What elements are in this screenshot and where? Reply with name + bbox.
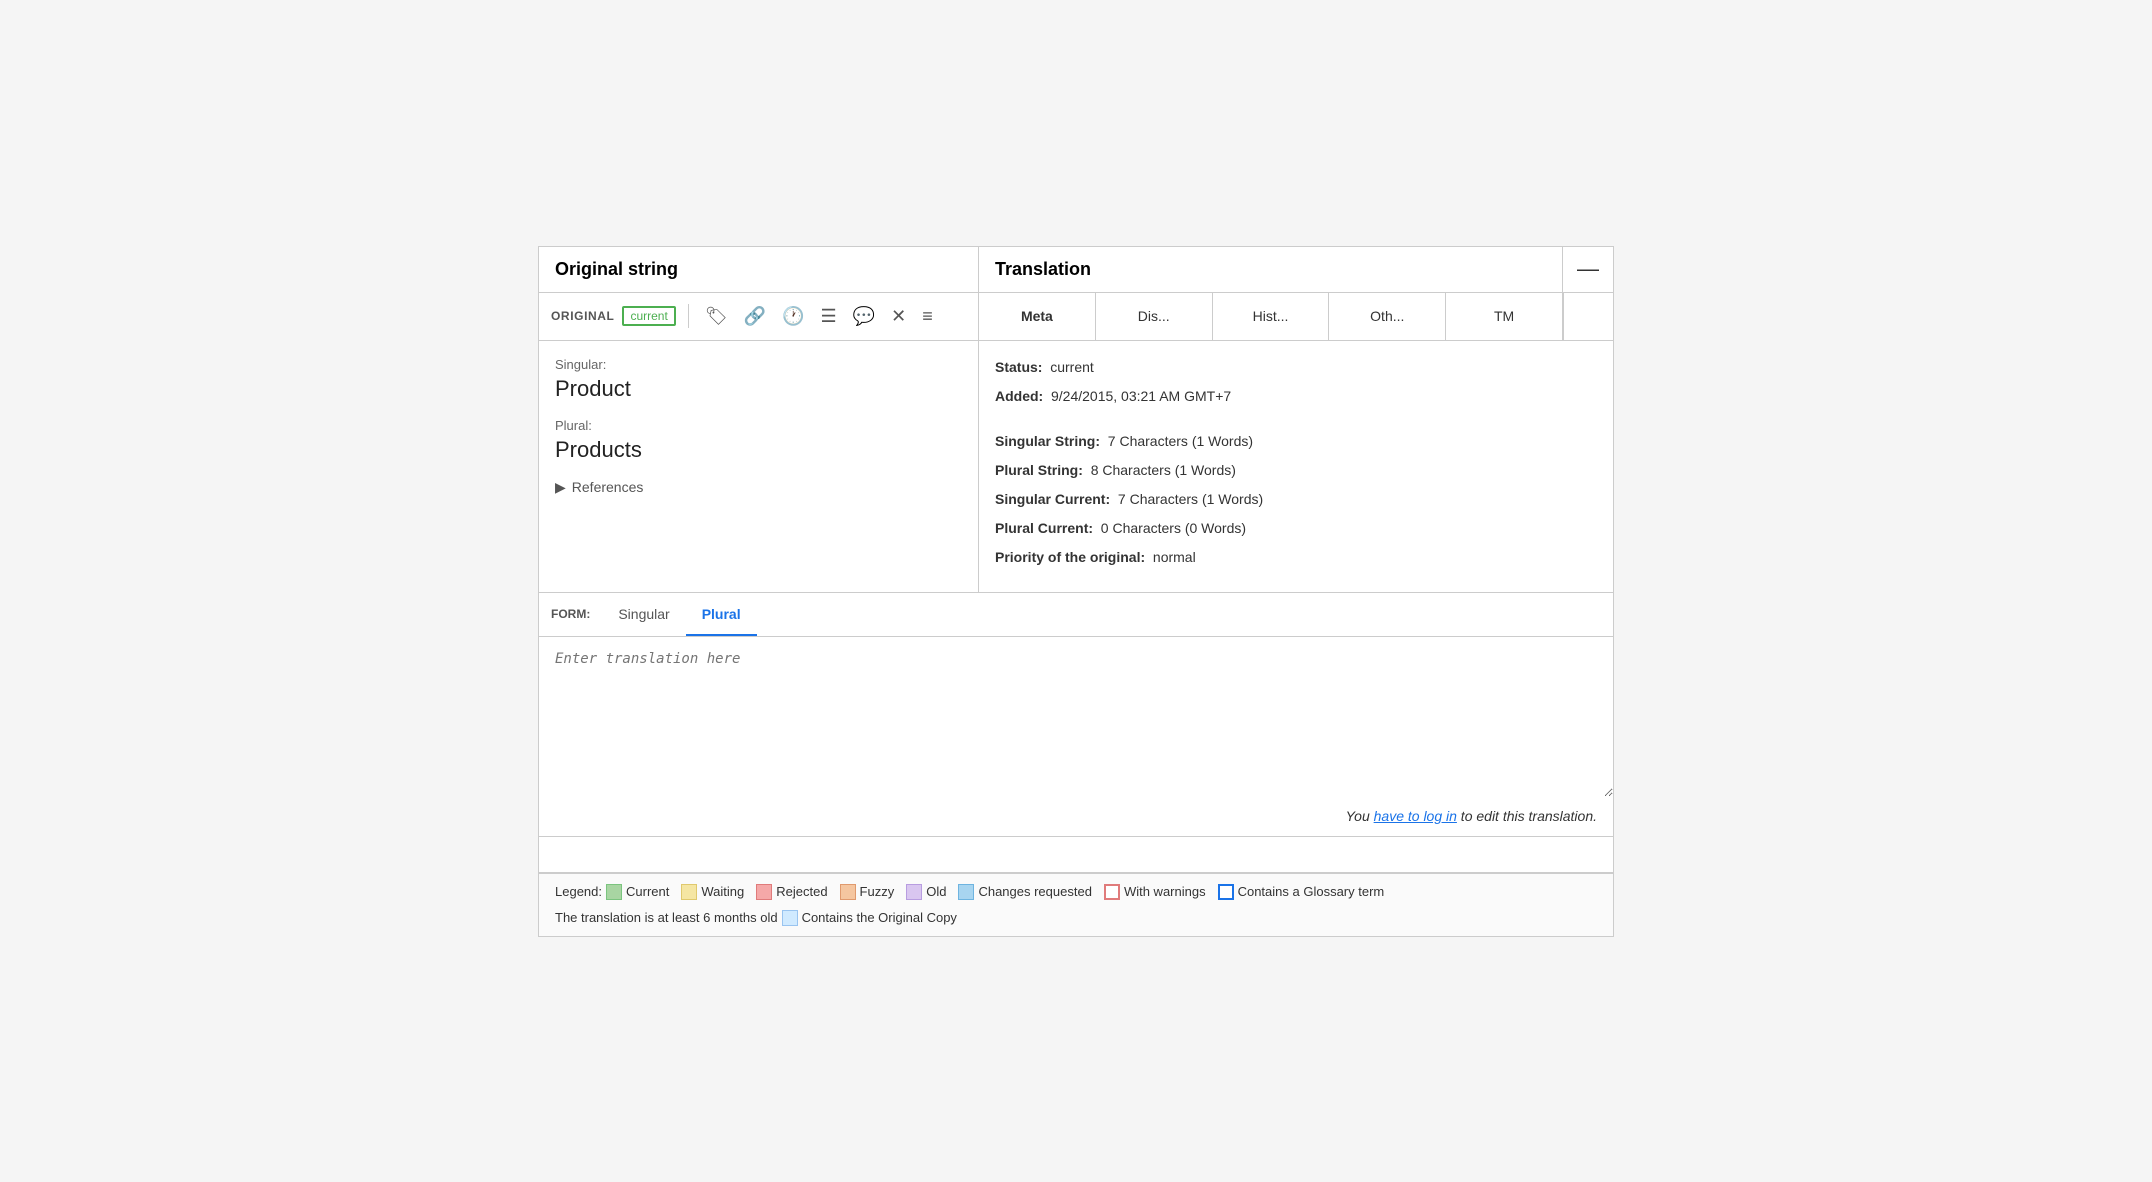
legend-box-changes <box>958 884 974 900</box>
translation-area-wrapper: You have to log in to edit this translat… <box>539 637 1613 836</box>
status-line: Status: current <box>995 357 1597 378</box>
legend-item-changes: Changes requested <box>958 884 1091 900</box>
tab-oth[interactable]: Oth... <box>1329 293 1446 340</box>
form-label: FORM: <box>551 607 590 621</box>
added-line: Added: 9/24/2015, 03:21 AM GMT+7 <box>995 386 1597 407</box>
toolbar-row: ORIGINAL current 🏷 🔗 🕐 ☰ 💬 ✕ ≡ Meta Dis.… <box>539 293 1613 341</box>
legend-label-current: Current <box>626 884 669 899</box>
tag-icon[interactable]: 🏷 <box>701 302 732 331</box>
legend-label-warnings: With warnings <box>1124 884 1206 899</box>
current-badge: current <box>622 306 675 326</box>
history-icon[interactable]: 🕐 <box>778 302 808 331</box>
legend-item-rejected: Rejected <box>756 884 827 900</box>
list-icon[interactable]: ☰ <box>817 302 841 331</box>
references-label: References <box>572 479 644 495</box>
legend-label-rejected: Rejected <box>776 884 827 899</box>
plural-value: Products <box>555 437 962 463</box>
legend-second-pre: The translation is at least 6 months old <box>555 910 778 925</box>
legend-label: Legend: <box>555 884 602 899</box>
main-container: Original string Translation — ORIGINAL c… <box>538 246 1614 937</box>
singular-string-label: Singular String: <box>995 433 1100 449</box>
legend-label-original-copy: Contains the Original Copy <box>802 910 957 925</box>
form-row: FORM: Singular Plural You have to log in… <box>539 593 1613 873</box>
added-value: 9/24/2015, 03:21 AM GMT+7 <box>1051 388 1231 404</box>
form-tab-plural[interactable]: Plural <box>686 594 757 636</box>
minimize-button[interactable]: — <box>1563 247 1613 292</box>
toolbar-divider <box>688 304 689 328</box>
translation-textarea[interactable] <box>539 637 1613 797</box>
plural-label: Plural: <box>555 418 962 433</box>
tab-meta[interactable]: Meta <box>979 293 1096 340</box>
tab-dis[interactable]: Dis... <box>1096 293 1213 340</box>
status-value: current <box>1050 359 1094 375</box>
toolbar-left: ORIGINAL current 🏷 🔗 🕐 ☰ 💬 ✕ ≡ <box>539 293 979 340</box>
login-pre-text: You <box>1346 808 1374 824</box>
legend-row: Legend: Current Waiting Rejected Fuzzy O… <box>539 873 1613 910</box>
close-icon[interactable]: ✕ <box>887 302 910 331</box>
singular-value: Product <box>555 376 962 402</box>
plural-string-line: Plural String: 8 Characters (1 Words) <box>995 460 1597 481</box>
plural-current-value: 0 Characters (0 Words) <box>1101 520 1246 536</box>
form-tab-singular[interactable]: Singular <box>602 594 685 636</box>
legend-label-glossary: Contains a Glossary term <box>1238 884 1385 899</box>
legend-label-fuzzy: Fuzzy <box>860 884 895 899</box>
added-label: Added: <box>995 388 1043 404</box>
legend-item-waiting: Waiting <box>681 884 744 900</box>
login-notice: You have to log in to edit this translat… <box>539 800 1613 836</box>
legend-box-current <box>606 884 622 900</box>
singular-current-label: Singular Current: <box>995 491 1110 507</box>
references-toggle[interactable]: ▶ References <box>555 479 962 496</box>
singular-current-value: 7 Characters (1 Words) <box>1118 491 1263 507</box>
login-link[interactable]: have to log in <box>1374 808 1457 824</box>
form-tabs-bar: FORM: Singular Plural <box>539 593 1613 637</box>
original-string-title: Original string <box>539 247 979 292</box>
original-panel: Singular: Product Plural: Products ▶ Ref… <box>539 341 979 592</box>
meta-panel: Status: current Added: 9/24/2015, 03:21 … <box>979 341 1613 592</box>
login-post-text: to edit this translation. <box>1457 808 1597 824</box>
translation-title: Translation <box>979 247 1563 292</box>
content-row: Singular: Product Plural: Products ▶ Ref… <box>539 341 1613 593</box>
legend-box-fuzzy <box>840 884 856 900</box>
header-row: Original string Translation — <box>539 247 1613 293</box>
tab-hist[interactable]: Hist... <box>1213 293 1330 340</box>
chevron-right-icon: ▶ <box>555 479 566 496</box>
legend-item-current: Current <box>606 884 669 900</box>
legend-label-waiting: Waiting <box>701 884 744 899</box>
legend-item-warnings: With warnings <box>1104 884 1206 900</box>
comment-icon[interactable]: 💬 <box>849 302 879 331</box>
singular-current-line: Singular Current: 7 Characters (1 Words) <box>995 489 1597 510</box>
action-bar <box>539 836 1613 872</box>
legend-label-old: Old <box>926 884 946 899</box>
priority-value: normal <box>1153 549 1196 565</box>
meta-tabs-bar: Meta Dis... Hist... Oth... TM <box>979 293 1563 340</box>
legend-box-old <box>906 884 922 900</box>
legend-box-warnings <box>1104 884 1120 900</box>
plural-current-label: Plural Current: <box>995 520 1093 536</box>
tab-tm[interactable]: TM <box>1446 293 1562 340</box>
legend-item-glossary: Contains a Glossary term <box>1218 884 1385 900</box>
legend-box-waiting <box>681 884 697 900</box>
legend-box-rejected <box>756 884 772 900</box>
legend-box-glossary <box>1218 884 1234 900</box>
singular-string-line: Singular String: 7 Characters (1 Words) <box>995 431 1597 452</box>
singular-label: Singular: <box>555 357 962 372</box>
legend-box-original-copy <box>782 910 798 926</box>
legend-item-fuzzy: Fuzzy <box>840 884 895 900</box>
link-icon[interactable]: 🔗 <box>740 302 770 331</box>
menu-icon[interactable]: ≡ <box>918 302 937 331</box>
plural-current-line: Plural Current: 0 Characters (0 Words) <box>995 518 1597 539</box>
status-label: Status: <box>995 359 1042 375</box>
singular-string-value: 7 Characters (1 Words) <box>1108 433 1253 449</box>
plural-string-value: 8 Characters (1 Words) <box>1091 462 1236 478</box>
original-label: ORIGINAL <box>551 309 614 323</box>
priority-line: Priority of the original: normal <box>995 547 1597 568</box>
toolbar-right-empty <box>1563 293 1613 340</box>
legend-item-old: Old <box>906 884 946 900</box>
legend-second-line: The translation is at least 6 months old… <box>539 910 1613 936</box>
plural-string-label: Plural String: <box>995 462 1083 478</box>
priority-label: Priority of the original: <box>995 549 1145 565</box>
meta-tabs: Meta Dis... Hist... Oth... TM <box>979 293 1562 340</box>
legend-label-changes: Changes requested <box>978 884 1091 899</box>
